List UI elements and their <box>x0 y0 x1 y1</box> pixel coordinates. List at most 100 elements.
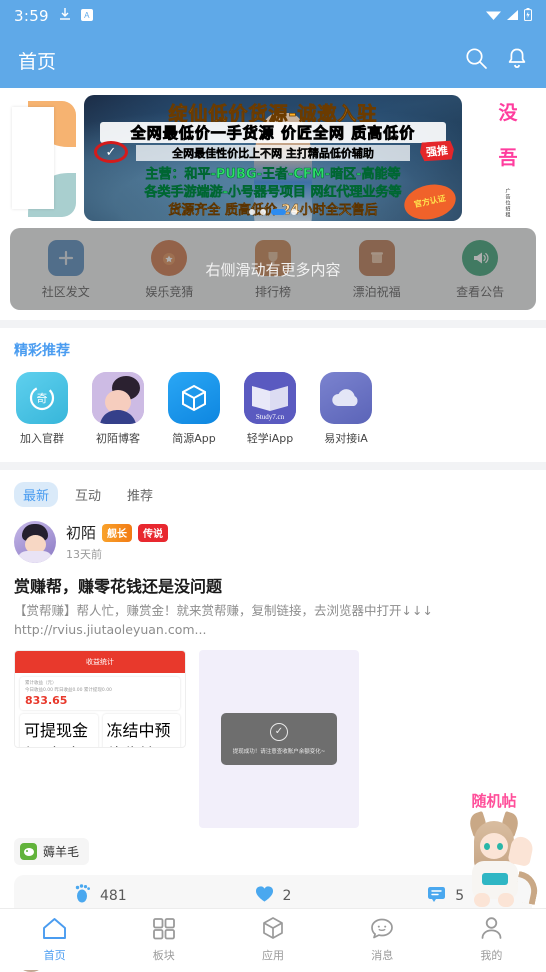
open-book-icon: Study7.cn <box>244 372 296 424</box>
avatar-clothing <box>17 551 53 563</box>
sheep-icon <box>20 842 37 860</box>
carousel-card-active[interactable]: 绽仙低价货源-诚邀入驻 全网最低价一手货源 价匠全网 质高低价 全网最佳性价比上… <box>84 95 462 221</box>
banner-subline-1: 全网最低价一手货源 价匠全网 质高低价 <box>100 122 446 143</box>
download-icon <box>59 7 71 25</box>
tab-recommended[interactable]: 推荐 <box>118 482 162 507</box>
status-time: 3:59 <box>14 7 49 25</box>
recommend-item-label: 加入官群 <box>20 432 64 445</box>
banner-subline-3: 主营：和平-PUBG-王者-CFM-暗区-高能等 <box>145 167 401 183</box>
post-timestamp: 13天前 <box>66 548 102 561</box>
search-icon[interactable] <box>465 47 488 74</box>
banner-carousel[interactable]: 绽仙低价货源-诚邀入驻 全网最低价一手货源 价匠全网 质高低价 全网最佳性价比上… <box>0 88 546 228</box>
bottom-navigation: 首页 板块 应用 消息 我的 <box>0 908 546 970</box>
mascot-leg-left <box>474 893 490 907</box>
comment-icon <box>427 885 446 906</box>
avatar[interactable] <box>14 521 56 563</box>
random-post-label: 随机帖 <box>471 792 517 810</box>
grid-icon <box>152 917 176 943</box>
nav-item-label: 我的 <box>480 949 503 962</box>
carousel-card-previous[interactable] <box>0 95 76 221</box>
recommend-item-label: 初陌博客 <box>96 432 140 445</box>
nav-item-boards[interactable]: 板块 <box>109 909 218 970</box>
thumb-app-header: 收益统计 <box>15 650 185 673</box>
mascot-eye-right <box>497 843 503 850</box>
nav-item-label: 首页 <box>43 948 66 962</box>
status-bar-left: 3:59 A <box>14 7 93 25</box>
recommend-item-jianyuan-app[interactable]: 简源App <box>166 372 222 446</box>
post-likes-count: 2 <box>282 887 292 904</box>
carousel-dot[interactable] <box>291 209 297 215</box>
nav-item-profile[interactable]: 我的 <box>437 909 546 970</box>
status-badge-rank: 舰长 <box>102 523 133 542</box>
mascot-eye-left <box>484 843 490 850</box>
cat-girl-mascot-icon <box>452 811 541 907</box>
qq-group-icon: 奇 <box>16 372 68 424</box>
post-author-block: 初陌 舰长 传说 13天前 <box>66 522 169 562</box>
nav-item-label: 应用 <box>262 949 284 962</box>
recommend-item-label: 简源App <box>172 432 216 445</box>
recommend-item-label: 易对接iA <box>324 432 368 445</box>
quick-actions-row[interactable]: 社区发文 娱乐竞猜 排行榜 漂泊祝福 查看公告 右侧滑动有更多内容 <box>10 228 536 310</box>
cube-icon <box>261 916 285 943</box>
post-likes-stat[interactable]: 2 <box>187 885 360 907</box>
thumb-total-amount: 833.65 <box>25 694 68 708</box>
recommend-item-official-group[interactable]: 奇 加入官群 <box>14 372 70 446</box>
battery-icon <box>524 7 532 25</box>
carousel-dot[interactable] <box>249 209 255 215</box>
post-views-count: 481 <box>99 887 127 904</box>
thumb-total-sub: 今日收益0.00 昨日收益0.00 累计提现0.00 <box>25 687 112 693</box>
nav-item-home[interactable]: 首页 <box>0 909 109 970</box>
post-title[interactable]: 赏赚帮，赚零花钱还是没问题 <box>14 573 532 597</box>
carousel-dot-active[interactable] <box>271 209 286 215</box>
post-body: 【赏帮赚】帮人忙，赚赏金！就来赏帮赚，复制链接，去浏览器中打开↓↓↓ http:… <box>14 603 433 638</box>
banner-badge: 强推 <box>419 139 455 162</box>
nav-item-apps[interactable]: 应用 <box>218 909 327 970</box>
banner-subline-2: 全网最佳性价比上不网 主打精品低价辅助 <box>136 145 410 161</box>
carousel-dots[interactable] <box>84 209 462 215</box>
post-image-earnings-screenshot[interactable]: 收益统计 累计收益（元） 今日收益0.00 昨日收益0.00 累计提现0.00 … <box>14 649 186 748</box>
recommend-item-qingxue-iapp[interactable]: Study7.cn 轻学iApp <box>242 372 298 446</box>
post-views-stat[interactable]: 481 <box>14 884 187 907</box>
next-card-char-2: 吾 <box>498 147 518 169</box>
svg-text:奇: 奇 <box>37 392 48 405</box>
toast-message: 提现成功！请注意查收账户余额变化~ <box>232 748 326 755</box>
post-card[interactable]: 初陌 舰长 传说 13天前 赏赚帮，赚零花钱还是没问题 【赏帮赚】帮人忙，赚赏金… <box>0 513 546 828</box>
tab-latest[interactable]: 最新 <box>14 482 59 507</box>
next-card-side-note: 广告位招租 <box>504 188 511 218</box>
post-tag-chip[interactable]: 薅羊毛 <box>14 837 90 865</box>
carousel-card-next[interactable]: 没 吾 广告位招租 <box>470 95 546 221</box>
chat-icon <box>370 917 394 943</box>
post-tag-label: 薅羊毛 <box>43 844 80 859</box>
check-circle-icon: ✓ <box>270 722 288 741</box>
thumb-total-card: 累计收益（元） 今日收益0.00 昨日收益0.00 累计提现0.00 833.6… <box>20 676 180 711</box>
heart-icon <box>255 885 274 907</box>
toast-dialog: ✓ 提现成功！请注意查收账户余额变化~ <box>221 712 337 765</box>
post-author-name[interactable]: 初陌 <box>66 522 96 543</box>
recommend-row: 奇 加入官群 初陌博客 简源App Study7.cn 轻学iApp 易对接iA <box>14 372 532 446</box>
post-image-toast-screenshot[interactable]: ✓ 提现成功！请注意查收账户余额变化~ <box>199 649 359 828</box>
post-header: 初陌 舰长 传说 13天前 <box>14 521 532 563</box>
bell-icon[interactable] <box>506 47 528 74</box>
signal-icon <box>506 7 519 25</box>
recommend-item-blog[interactable]: 初陌博客 <box>90 372 146 446</box>
status-bar-right <box>486 7 532 25</box>
anime-avatar-icon <box>92 372 144 424</box>
random-post-floating-button[interactable]: 随机帖 <box>446 790 542 908</box>
svg-text:Study7.cn: Study7.cn <box>256 413 285 421</box>
recommend-item-label: 轻学iApp <box>246 432 294 445</box>
svg-text:A: A <box>84 11 90 20</box>
quick-actions-section: 社区发文 娱乐竞猜 排行榜 漂泊祝福 查看公告 右侧滑动有更多内容 <box>0 228 546 320</box>
thumb-withdrawable-card: 可提现金额（元） 已到账0.00（元） 21.59 <box>20 714 98 747</box>
status-badge-level: 传说 <box>138 523 169 542</box>
tab-interactive[interactable]: 互动 <box>66 482 110 507</box>
nav-item-label: 板块 <box>152 948 175 962</box>
nav-item-messages[interactable]: 消息 <box>328 909 437 970</box>
thumb-frozen-card: 冻结中预估收益（元） 预估结算到账（元） 2.37 <box>102 714 180 747</box>
feed-tabs[interactable]: 最新 互动 推荐 <box>0 470 546 513</box>
carousel-dot[interactable] <box>260 209 266 215</box>
app-bar-actions <box>465 47 528 74</box>
cloud-icon <box>320 372 372 424</box>
thumb-sub-cards: 可提现金额（元） 已到账0.00（元） 21.59 冻结中预估收益（元） 预估结… <box>20 714 180 747</box>
status-bar: 3:59 A <box>0 0 546 32</box>
recommend-item-yiduijie[interactable]: 易对接iA <box>318 372 374 446</box>
